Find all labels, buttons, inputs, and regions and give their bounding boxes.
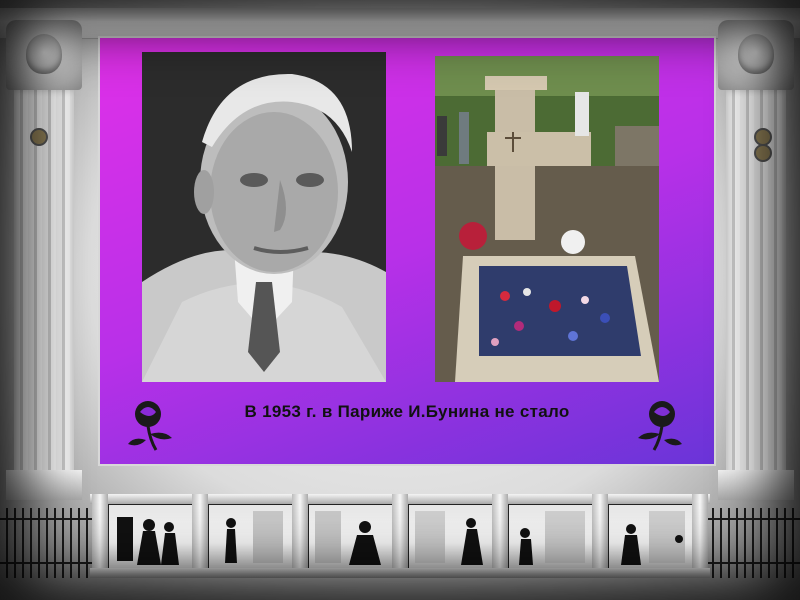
silhouette-window	[108, 504, 194, 570]
cornice	[0, 8, 800, 39]
content-panel: В 1953 г. в Париже И.Бунина не стало	[100, 38, 714, 464]
silhouette-window	[308, 504, 394, 570]
balustrade-post	[292, 494, 308, 578]
balustrade	[0, 494, 800, 590]
balustrade-post	[692, 494, 708, 578]
rose-icon	[124, 396, 176, 454]
slide-frame: В 1953 г. в Париже И.Бунина не стало	[0, 0, 800, 600]
right-fence	[706, 508, 800, 578]
rose-icon	[634, 396, 686, 454]
lion-head-icon	[26, 34, 62, 74]
portrait-photo	[142, 52, 386, 382]
lion-head-icon	[738, 34, 774, 74]
silhouette-window	[508, 504, 594, 570]
left-column	[6, 20, 82, 500]
portrait-image	[142, 52, 386, 382]
silhouette-window	[608, 504, 694, 570]
left-fence	[0, 508, 94, 578]
balustrade-post	[392, 494, 408, 578]
left-column-shaft	[14, 90, 74, 480]
silhouette-window	[208, 504, 294, 570]
grave-image	[435, 56, 659, 382]
grave-photo	[435, 56, 659, 382]
balustrade-post	[492, 494, 508, 578]
right-capital	[718, 20, 794, 90]
balustrade-rail-bottom	[90, 568, 710, 578]
left-capital	[6, 20, 82, 90]
ring-icon	[30, 128, 48, 146]
silhouette-window	[408, 504, 494, 570]
balustrade-post	[92, 494, 108, 578]
ring-icon	[754, 144, 772, 162]
slide-caption: В 1953 г. в Париже И.Бунина не стало	[244, 402, 570, 421]
balustrade-post	[192, 494, 208, 578]
balustrade-post	[592, 494, 608, 578]
right-column	[718, 20, 794, 500]
